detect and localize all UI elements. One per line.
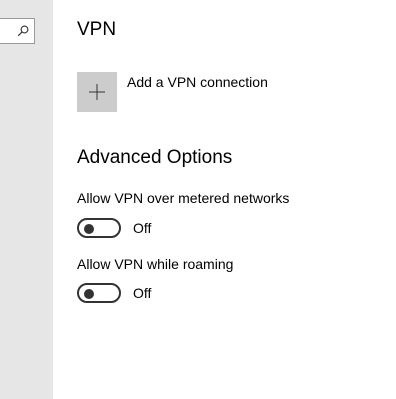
- metered-networks-label: Allow VPN over metered networks: [77, 190, 290, 206]
- add-vpn-connection-label: Add a VPN connection: [127, 74, 268, 90]
- metered-networks-toggle[interactable]: Off: [77, 218, 177, 238]
- toggle-track: [77, 218, 121, 238]
- main-content: VPN Add a VPN connection Advanced Option…: [53, 0, 396, 399]
- toggle-knob: [84, 289, 94, 299]
- toggle-knob: [84, 224, 94, 234]
- search-icon: [17, 25, 29, 37]
- search-input[interactable]: [0, 18, 35, 44]
- add-tile: [77, 72, 117, 112]
- page-title: VPN: [77, 19, 117, 40]
- add-vpn-connection-button[interactable]: Add a VPN connection: [77, 72, 297, 112]
- advanced-options-title: Advanced Options: [77, 147, 233, 168]
- toggle-state-label: Off: [133, 220, 152, 236]
- toggle-track: [77, 283, 121, 303]
- plus-icon: [89, 84, 105, 100]
- sidebar: [0, 0, 53, 399]
- roaming-toggle[interactable]: Off: [77, 283, 177, 303]
- toggle-state-label: Off: [133, 285, 152, 301]
- roaming-label: Allow VPN while roaming: [77, 256, 234, 272]
